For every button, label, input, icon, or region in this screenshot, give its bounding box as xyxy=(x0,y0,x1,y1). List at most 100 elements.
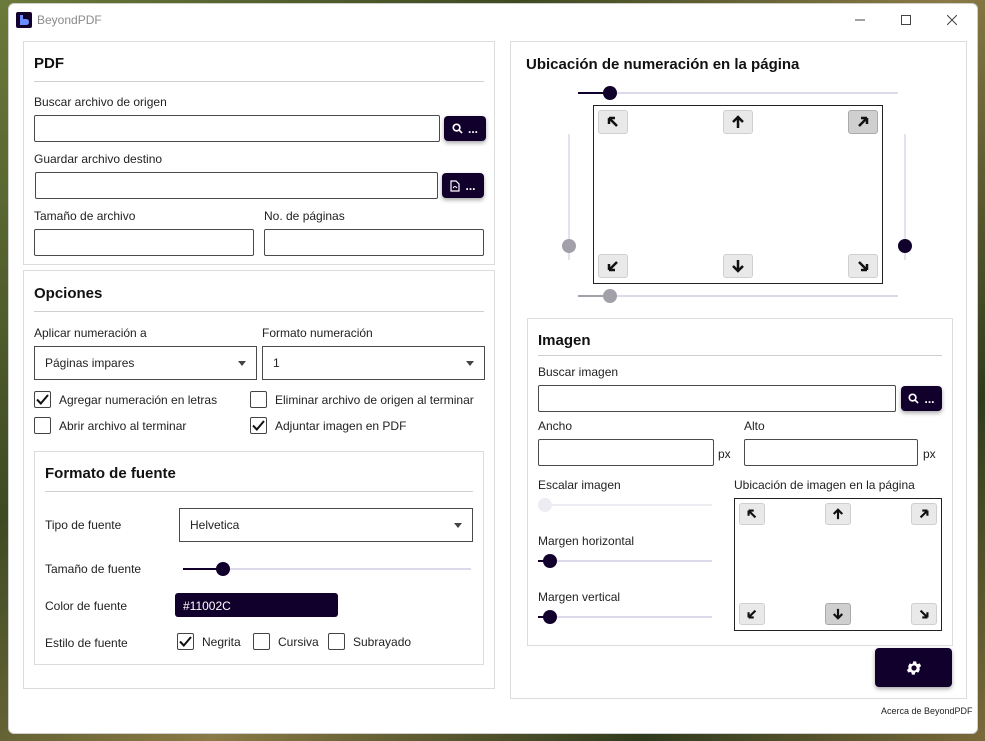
checkbox-open-file[interactable]: Abrir archivo al terminar xyxy=(34,417,186,434)
numbering-format-value: 1 xyxy=(273,356,280,370)
checkbox-label: Eliminar archivo de origen al terminar xyxy=(275,392,474,407)
top-horizontal-slider[interactable] xyxy=(603,86,617,100)
source-file-label: Buscar archivo de origen xyxy=(34,95,167,109)
numbering-format-label: Formato numeración xyxy=(262,326,373,340)
divider xyxy=(34,311,484,312)
checkbox-box[interactable] xyxy=(34,391,51,408)
checkbox-box[interactable] xyxy=(250,417,267,434)
about-link[interactable]: Acerca de BeyondPDF xyxy=(881,706,973,716)
pdf-section-title: PDF xyxy=(34,55,64,72)
image-position-bottom-left-button[interactable] xyxy=(739,603,765,625)
arrow-up-icon xyxy=(832,508,844,520)
checkbox-numbering-letters[interactable]: Agregar numeración en letras xyxy=(34,391,217,408)
arrow-up-icon xyxy=(732,115,744,128)
width-label: Ancho xyxy=(538,419,573,433)
checkbox-label: Agregar numeración en letras xyxy=(59,392,218,407)
options-section-title: Opciones xyxy=(34,285,103,302)
vmargin-slider[interactable] xyxy=(543,610,557,624)
checkbox-label: Subrayado xyxy=(353,634,412,649)
browse-source-button[interactable]: ... xyxy=(444,116,486,141)
browse-dots: ... xyxy=(924,391,935,406)
right-vertical-slider[interactable] xyxy=(898,239,912,253)
checkbox-box[interactable] xyxy=(34,417,51,434)
image-position-bottom-right-button[interactable] xyxy=(911,603,937,625)
checkbox-attach-image[interactable]: Adjuntar imagen en PDF xyxy=(250,417,406,434)
top-horizontal-track xyxy=(578,92,898,94)
browse-dest-button[interactable]: ... xyxy=(442,173,484,198)
scale-track xyxy=(538,504,712,506)
hmargin-slider[interactable] xyxy=(543,554,557,568)
position-top-right-button[interactable] xyxy=(848,110,878,134)
arrow-up-right-icon xyxy=(858,116,869,127)
browse-image-button[interactable]: ... xyxy=(901,386,942,411)
check-icon xyxy=(252,420,265,431)
page-count-field[interactable] xyxy=(264,229,484,256)
checkbox-box[interactable] xyxy=(250,391,267,408)
checkbox-bold[interactable]: Negrita xyxy=(177,633,241,650)
bottom-horizontal-slider[interactable] xyxy=(603,289,617,303)
hmargin-label: Margen horizontal xyxy=(538,534,635,548)
vmargin-label: Margen vertical xyxy=(538,590,621,604)
checkbox-label: Adjuntar imagen en PDF xyxy=(275,418,407,433)
check-icon xyxy=(179,636,192,647)
settings-button[interactable] xyxy=(875,648,952,687)
position-top-left-button[interactable] xyxy=(598,110,628,134)
position-bottom-center-button[interactable] xyxy=(723,254,753,278)
dest-file-input[interactable] xyxy=(35,172,438,199)
browse-dots: ... xyxy=(467,121,478,136)
checkbox-delete-source[interactable]: Eliminar archivo de origen al terminar xyxy=(250,391,474,408)
maximize-icon xyxy=(901,15,911,25)
image-position-bottom-center-button[interactable] xyxy=(825,603,851,625)
position-top-center-button[interactable] xyxy=(723,110,753,134)
apply-numbering-label: Aplicar numeración a xyxy=(34,326,147,340)
position-bottom-left-button[interactable] xyxy=(598,254,628,278)
image-section-title: Imagen xyxy=(538,332,591,349)
hmargin-track xyxy=(538,560,712,562)
font-color-field[interactable]: #11002C xyxy=(175,593,338,617)
app-window: BeyondPDF PDF Buscar archivo de origen .… xyxy=(8,3,978,734)
image-position-top-left-button[interactable] xyxy=(739,503,765,525)
checkbox-underline[interactable]: Subrayado xyxy=(328,633,411,650)
checkbox-box[interactable] xyxy=(253,633,270,650)
arrow-up-left-icon xyxy=(747,509,757,519)
search-icon xyxy=(908,393,920,404)
arrow-down-left-icon xyxy=(607,261,618,272)
checkbox-box[interactable] xyxy=(328,633,345,650)
height-input[interactable] xyxy=(744,439,918,466)
position-bottom-right-button[interactable] xyxy=(848,254,878,278)
arrow-down-right-icon xyxy=(919,609,929,619)
font-type-value: Helvetica xyxy=(190,518,240,532)
minimize-button[interactable] xyxy=(837,4,883,36)
font-format-panel: Formato de fuente Tipo de fuente Helveti… xyxy=(34,451,484,665)
arrow-down-left-icon xyxy=(747,609,757,619)
close-button[interactable] xyxy=(929,4,975,36)
font-size-slider[interactable] xyxy=(216,562,230,576)
font-size-label: Tamaño de fuente xyxy=(45,562,142,576)
numbering-format-select[interactable]: 1 xyxy=(262,346,485,380)
font-color-label: Color de fuente xyxy=(45,599,128,613)
checkbox-box[interactable] xyxy=(177,633,194,650)
browse-dots: ... xyxy=(465,178,476,193)
scale-slider[interactable] xyxy=(538,498,552,512)
apply-numbering-value: Páginas impares xyxy=(45,356,135,370)
width-input[interactable] xyxy=(538,439,714,466)
file-size-field[interactable] xyxy=(34,229,254,256)
divider xyxy=(538,355,942,356)
apply-numbering-select[interactable]: Páginas impares xyxy=(34,346,257,380)
maximize-button[interactable] xyxy=(883,4,929,36)
font-type-select[interactable]: Helvetica xyxy=(179,508,473,542)
options-panel: Opciones Aplicar numeración a Páginas im… xyxy=(23,270,495,689)
left-vertical-slider[interactable] xyxy=(562,239,576,253)
image-position-top-right-button[interactable] xyxy=(911,503,937,525)
search-image-input[interactable] xyxy=(538,385,896,412)
gear-icon xyxy=(906,660,921,675)
source-file-input[interactable] xyxy=(34,115,440,142)
checkbox-italic[interactable]: Cursiva xyxy=(253,633,319,650)
numbering-position-title: Ubicación de numeración en la página xyxy=(526,56,800,73)
right-panel: Ubicación de numeración en la página Ima… xyxy=(510,41,967,699)
image-position-top-center-button[interactable] xyxy=(825,503,851,525)
title-bar: BeyondPDF xyxy=(9,4,977,36)
file-size-label: Tamaño de archivo xyxy=(34,209,136,223)
bottom-horizontal-track xyxy=(578,295,898,297)
image-page-preview xyxy=(734,498,942,631)
